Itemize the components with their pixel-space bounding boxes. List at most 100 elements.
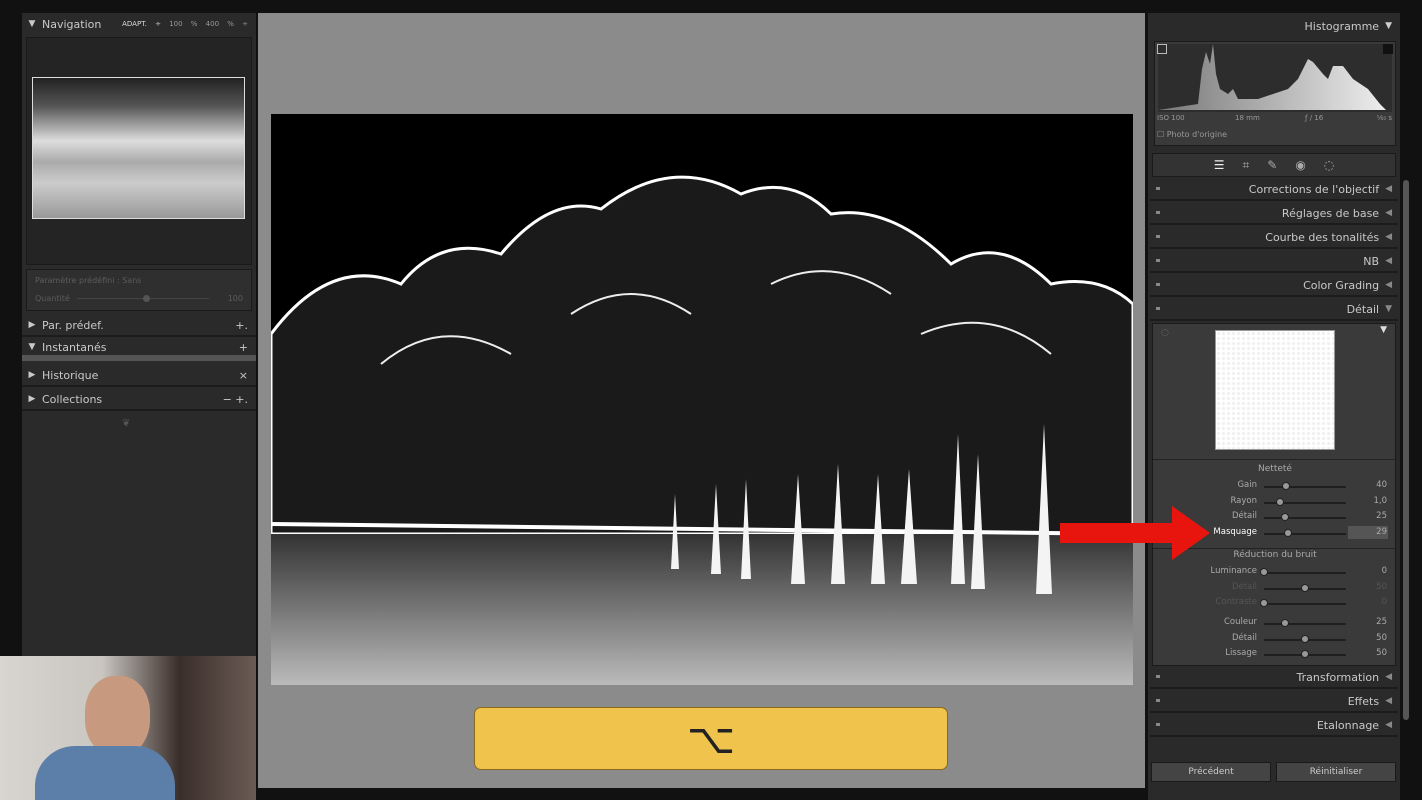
slider-value[interactable]: 0: [1382, 566, 1387, 576]
slider-couleur[interactable]: Couleur 25: [1153, 617, 1397, 631]
slider-track[interactable]: [1264, 634, 1346, 643]
slider-label: Couleur: [1224, 617, 1257, 627]
panel-effects[interactable]: Effets ◀: [1150, 691, 1398, 713]
panel-basic[interactable]: Réglages de base ◀: [1150, 203, 1398, 225]
section-history[interactable]: ▶ Historique ×: [22, 365, 256, 387]
slider-value[interactable]: 50: [1376, 582, 1387, 592]
slider-value[interactable]: 40: [1376, 480, 1387, 490]
tool-strip: ☰ ⌗ ✎ ◉ ◌: [1152, 153, 1396, 177]
panel-tone-curve[interactable]: Courbe des tonalités ◀: [1150, 227, 1398, 249]
sharpening-title: Netteté: [1258, 464, 1292, 474]
masking-preview-image[interactable]: [271, 114, 1133, 685]
slider-track[interactable]: [1260, 568, 1346, 576]
navigator-thumbnail[interactable]: [32, 77, 245, 219]
slider-value[interactable]: 50: [1376, 648, 1387, 658]
preview-toggle-icon[interactable]: ▼: [1380, 325, 1387, 335]
add-remove-icons[interactable]: − +.: [223, 393, 248, 406]
slider-track[interactable]: [1264, 650, 1346, 658]
panel-bw[interactable]: NB ◀: [1150, 251, 1398, 273]
slider-luminance[interactable]: Luminance 0: [1153, 566, 1397, 580]
slider-track[interactable]: [1264, 513, 1346, 521]
panel-label: Courbe des tonalités: [1265, 230, 1380, 244]
slider-track[interactable]: [1264, 619, 1346, 627]
histogram-graph: [1158, 44, 1392, 112]
navigation-title: Navigation: [42, 17, 102, 31]
panel-detail[interactable]: Détail ▼: [1150, 299, 1398, 321]
navigation-header[interactable]: ▼ Navigation ADAPT. ÷ 100 % 400 % ÷: [22, 13, 256, 35]
slider-détail[interactable]: Détail 50: [1153, 582, 1397, 596]
heal-icon[interactable]: ✎: [1267, 158, 1277, 172]
panel-calibration[interactable]: Etalonnage ◀: [1150, 715, 1398, 737]
slider-label: Luminance: [1210, 566, 1257, 576]
redeye-icon[interactable]: ◉: [1295, 158, 1305, 172]
detail-preview[interactable]: [1215, 330, 1335, 450]
slider-thumb[interactable]: [1260, 599, 1268, 607]
histogram-title: Histogramme: [1304, 19, 1380, 33]
right-panel-scrollbar[interactable]: [1403, 180, 1409, 720]
section-label: Par. prédef.: [42, 318, 104, 332]
section-label: Instantanés: [42, 340, 107, 354]
slider-thumb[interactable]: [1280, 513, 1289, 521]
panel-label: Etalonnage: [1316, 718, 1380, 732]
amount-slider[interactable]: [77, 295, 209, 302]
target-icon[interactable]: ◌: [1161, 328, 1169, 338]
slider-détail[interactable]: Détail 50: [1153, 633, 1397, 647]
previous-button[interactable]: Précédent: [1151, 762, 1271, 782]
slider-value[interactable]: 1,0: [1373, 496, 1387, 506]
add-icon[interactable]: +.: [235, 319, 248, 332]
slider-thumb[interactable]: [1301, 650, 1309, 658]
slider-track[interactable]: [1264, 528, 1346, 537]
slider-value[interactable]: 50: [1376, 633, 1387, 643]
slider-gain[interactable]: Gain 40: [1153, 480, 1397, 494]
panel-lens-corrections[interactable]: Corrections de l'objectif ◀: [1150, 179, 1398, 201]
panel-transform[interactable]: Transformation ◀: [1150, 667, 1398, 689]
slider-thumb[interactable]: [1260, 568, 1268, 576]
expand-triangle-icon: ▶: [28, 320, 36, 330]
amount-thumb[interactable]: [143, 295, 150, 302]
highlight-clipping-icon[interactable]: [1383, 44, 1393, 54]
slider-value[interactable]: 25: [1376, 511, 1387, 521]
add-icon[interactable]: +: [239, 341, 248, 354]
panel-end-ornament-icon: ❦: [122, 418, 131, 429]
slider-value[interactable]: 29: [1376, 527, 1387, 537]
section-collections[interactable]: ▶ Collections − +.: [22, 389, 256, 411]
amount-label: Quantité: [35, 294, 70, 303]
slider-track[interactable]: [1264, 482, 1346, 490]
slider-lissage[interactable]: Lissage 50: [1153, 648, 1397, 662]
section-presets[interactable]: ▶ Par. prédef. +.: [22, 315, 256, 337]
collapse-triangle-icon: ▼: [1385, 304, 1392, 314]
histogram-header[interactable]: Histogramme ▼: [1150, 15, 1398, 37]
mask-icon[interactable]: ◌: [1324, 158, 1334, 172]
sliders-icon[interactable]: ☰: [1214, 158, 1225, 172]
slider-contraste[interactable]: Contraste 0: [1153, 597, 1397, 611]
slider-thumb[interactable]: [1301, 583, 1309, 592]
slider-track[interactable]: [1264, 583, 1346, 592]
section-snapshots[interactable]: ▼ Instantanés +: [22, 339, 256, 361]
slider-track[interactable]: [1264, 497, 1346, 506]
slider-track[interactable]: [1260, 599, 1346, 607]
panel-label: Détail: [1346, 302, 1380, 316]
slider-value[interactable]: 25: [1376, 617, 1387, 627]
slider-value[interactable]: 0: [1382, 597, 1387, 607]
clear-icon[interactable]: ×: [239, 369, 248, 382]
amount-value: 100: [227, 294, 243, 303]
crop-icon[interactable]: ⌗: [1242, 158, 1249, 173]
slider-thumb[interactable]: [1282, 482, 1291, 490]
expand-triangle-icon: ◀: [1385, 280, 1392, 290]
panel-color-grading[interactable]: Color Grading ◀: [1150, 275, 1398, 297]
aperture: ƒ / 16: [1305, 114, 1324, 122]
expand-triangle-icon: ▶: [28, 370, 36, 380]
shadow-clipping-icon[interactable]: [1157, 44, 1167, 54]
zoom-options[interactable]: ADAPT. ÷ 100 % 400 % ÷: [122, 20, 248, 28]
option-key-icon: ⌥: [686, 714, 736, 763]
slider-thumb[interactable]: [1283, 528, 1292, 537]
slider-thumb[interactable]: [1276, 497, 1285, 506]
panel-label: Color Grading: [1303, 278, 1380, 292]
slider-thumb[interactable]: [1301, 634, 1309, 643]
original-photo-checkbox[interactable]: ☐ Photo d'origine: [1157, 130, 1227, 139]
panel-label: Réglages de base: [1281, 206, 1380, 220]
reset-button[interactable]: Réinitialiser: [1276, 762, 1396, 782]
histogram: ISO 100 18 mm ƒ / 16 ¹⁄₆₀ s ☐ Photo d'or…: [1154, 41, 1396, 146]
slider-thumb[interactable]: [1280, 619, 1289, 627]
preset-label: Paramètre prédéfini : Sans: [35, 276, 142, 285]
